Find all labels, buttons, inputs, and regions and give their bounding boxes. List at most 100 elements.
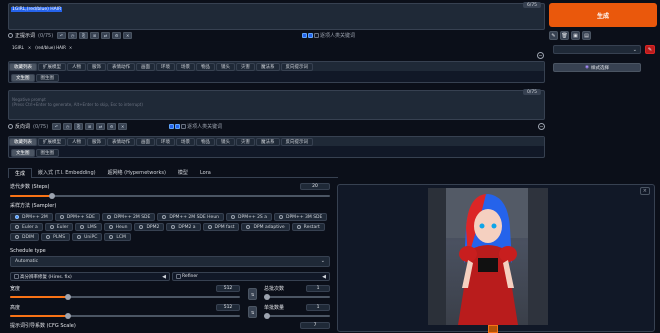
height-slider-thumb[interactable]: [64, 313, 71, 319]
sampler-option[interactable]: LCM: [104, 233, 131, 241]
neg-check-1[interactable]: [169, 124, 175, 129]
sampler-option[interactable]: DPM2 a: [166, 223, 201, 231]
history-icon[interactable]: ◷: [68, 32, 78, 39]
sampler-option[interactable]: Restart: [291, 223, 325, 231]
schedule-select[interactable]: Automatic ⌄: [10, 256, 330, 267]
neg-prompt-textarea[interactable]: Negative prompt (Press Ctrl+Enter to gen…: [8, 89, 545, 120]
sampler-option[interactable]: DPM++ 2M SDE Heun: [157, 213, 225, 221]
pos-tab[interactable]: 扩展模型: [38, 62, 66, 71]
batch-count-thumb[interactable]: [264, 294, 270, 300]
neg-paste-icon[interactable]: ⊞: [85, 123, 95, 130]
token-2[interactable]: (red/blue) HAIR: [35, 45, 66, 50]
pos-check-3[interactable]: [313, 33, 319, 38]
neg-tab[interactable]: 收藏列表: [9, 137, 37, 146]
batch-size-slider[interactable]: [264, 313, 330, 319]
folder-icon[interactable]: ▣: [571, 31, 580, 40]
token-close[interactable]: ×: [69, 45, 72, 50]
neg-tab[interactable]: 人物: [67, 137, 86, 146]
width-slider[interactable]: [10, 294, 240, 300]
clear-icon[interactable]: ✕: [123, 32, 133, 39]
neg-copy-icon[interactable]: ⎘: [74, 123, 84, 130]
batch-count-slider[interactable]: [264, 294, 330, 300]
neg-check-2[interactable]: [175, 124, 181, 129]
width-slider-thumb[interactable]: [64, 294, 71, 300]
pos-tab[interactable]: 表情动作: [107, 62, 135, 71]
neg-collapse-icon[interactable]: [8, 124, 13, 129]
height-slider[interactable]: [10, 313, 240, 319]
generated-image[interactable]: [428, 188, 548, 325]
main-tab[interactable]: 超网络 (Hypernetworks): [102, 169, 172, 176]
trash-icon[interactable]: 🗑: [560, 31, 569, 40]
pos-tab[interactable]: 环境: [156, 62, 175, 71]
neg-tab[interactable]: 服饰: [87, 137, 106, 146]
hires-checkbox[interactable]: [14, 274, 19, 279]
translate-icon[interactable]: ⇄: [101, 32, 111, 39]
sampler-option[interactable]: Euler a: [10, 223, 43, 231]
generate-button[interactable]: 生成: [549, 3, 657, 27]
pencil-icon[interactable]: ✎: [549, 31, 558, 40]
style-dropdown[interactable]: ⌄: [553, 45, 641, 54]
batch-size-input[interactable]: 1: [306, 304, 330, 311]
batch-count-input[interactable]: 1: [306, 285, 330, 292]
paste-icon[interactable]: ⊞: [90, 32, 100, 39]
main-tab[interactable]: 模型: [172, 169, 194, 176]
save-icon[interactable]: ▤: [582, 31, 591, 40]
sampler-option[interactable]: DPM2: [134, 223, 165, 231]
style-select-button[interactable]: ◉ 样式选择: [553, 63, 641, 72]
refiner-panel[interactable]: Refiner ◀: [172, 272, 330, 281]
swap-dimensions-button-2[interactable]: ⇅: [248, 306, 257, 318]
pos-check-1[interactable]: [301, 33, 307, 38]
sampler-option[interactable]: DPM++ 3M SDE: [273, 213, 328, 221]
prompt-textarea[interactable]: 1GIRL,(red/blue) HAIR 6/75: [8, 2, 545, 30]
neg-tab[interactable]: 扩展模型: [38, 137, 66, 146]
pos-tab[interactable]: 物品: [196, 62, 215, 71]
neg-tab[interactable]: 物品: [196, 137, 215, 146]
neg-tab[interactable]: 灾害: [236, 137, 255, 146]
steps-slider-thumb[interactable]: [48, 193, 55, 199]
neg-undo-icon[interactable]: ↶: [52, 123, 62, 130]
copy-icon[interactable]: ⎘: [79, 32, 89, 39]
pos-tab[interactable]: 画面: [136, 62, 155, 71]
hires-panel[interactable]: 高分辨率修复 (Hires. fix) ◀: [10, 272, 170, 281]
neg-tab[interactable]: 表情动作: [107, 137, 135, 146]
neg-subtab[interactable]: 图生图: [35, 149, 59, 157]
neg-translate-icon[interactable]: ⇄: [96, 123, 106, 130]
pos-tab[interactable]: 人物: [67, 62, 86, 71]
pos-tab[interactable]: 服饰: [87, 62, 106, 71]
pos-subtab[interactable]: 图生图: [35, 74, 59, 82]
sampler-option[interactable]: DPM++ 2M: [10, 213, 53, 221]
neg-settings-icon[interactable]: ⚙: [107, 123, 117, 130]
sampler-option[interactable]: UniPC: [72, 233, 103, 241]
batch-size-thumb[interactable]: [264, 313, 270, 319]
collapse-icon[interactable]: [8, 33, 13, 38]
pos-tab[interactable]: 镜头: [216, 62, 235, 71]
sampler-option[interactable]: PLMS: [41, 233, 71, 241]
neg-subtab[interactable]: 文生图: [11, 149, 35, 157]
undo-icon[interactable]: ↶: [57, 32, 67, 39]
hires-expand-icon[interactable]: ◀: [162, 274, 166, 280]
neg-clear-icon[interactable]: ✕: [118, 123, 128, 130]
sampler-option[interactable]: DPM++ 2S a: [226, 213, 272, 221]
main-tab[interactable]: 嵌入式 (T.I. Embedding): [32, 169, 102, 176]
sampler-option[interactable]: DPM++ SDE: [54, 213, 100, 221]
neg-check-3[interactable]: [181, 124, 187, 129]
neg-tab[interactable]: 场景: [176, 137, 195, 146]
swap-dimensions-button[interactable]: ⇅: [248, 288, 257, 300]
sampler-option[interactable]: Heun: [103, 223, 133, 231]
refiner-expand-icon[interactable]: ◀: [322, 274, 326, 280]
pos-tab[interactable]: 灾害: [236, 62, 255, 71]
sampler-option[interactable]: LMS: [75, 223, 102, 231]
height-input[interactable]: 512: [216, 304, 240, 311]
sampler-option[interactable]: DDIM: [10, 233, 40, 241]
token-1[interactable]: 1GIRL: [12, 45, 24, 50]
steps-slider[interactable]: [10, 193, 330, 199]
pos-check-2[interactable]: [307, 33, 313, 38]
refresh-icon[interactable]: ✎: [645, 45, 655, 54]
width-input[interactable]: 512: [216, 285, 240, 292]
neg-tab[interactable]: 反向提示词: [280, 137, 313, 146]
neg-tab[interactable]: 镜头: [216, 137, 235, 146]
pos-tab[interactable]: 反向提示词: [280, 62, 313, 71]
steps-input[interactable]: 20: [300, 183, 330, 190]
neg-tab[interactable]: 画面: [136, 137, 155, 146]
neg-tab[interactable]: 魔法系: [256, 137, 280, 146]
